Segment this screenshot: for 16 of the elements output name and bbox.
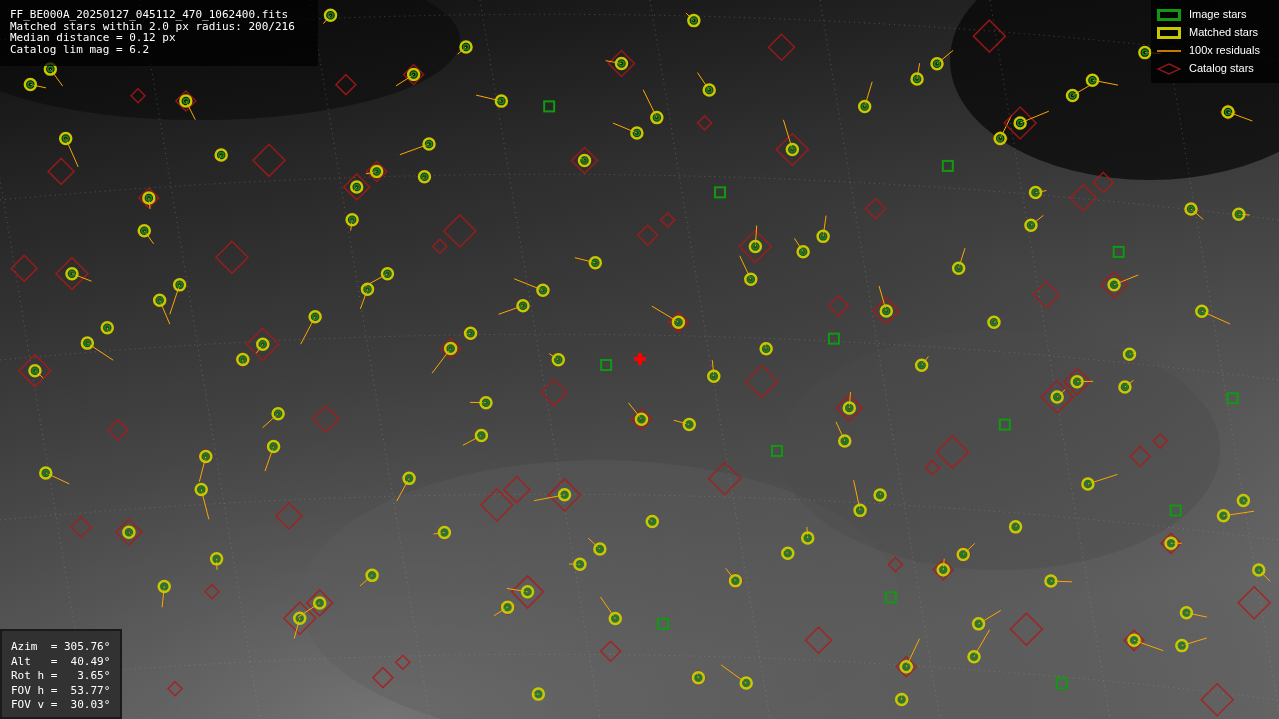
image-star-swatch-icon	[1157, 8, 1181, 21]
legend-label: Catalog stars	[1189, 61, 1254, 77]
info-text: FF_BE000A_20250127_045112_470_1062400.fits	[10, 9, 290, 21]
legend-label: 100x residuals	[1189, 43, 1260, 59]
pointing-text: Azim = 305.76°	[11, 640, 111, 655]
catalog-star-swatch-icon	[1157, 62, 1181, 75]
info-text: Median distance = 0.12 px	[10, 32, 176, 44]
pointing-text: FOV h = 53.77°	[11, 683, 111, 698]
pointing-text: Rot h = 3.65°	[11, 669, 111, 684]
pointing-text: Alt = 40.49°	[11, 654, 111, 669]
legend-label: Matched stars	[1189, 25, 1259, 41]
matched-star-swatch-icon	[1157, 26, 1181, 39]
info-text: Catalog lim mag = 6.2	[10, 43, 151, 55]
info-text: Matched stars within 2.0 px radius: 200/216	[10, 20, 296, 32]
pointing-text: FOV v = 30.03°	[11, 698, 111, 713]
legend-label: Image stars	[1189, 7, 1247, 23]
